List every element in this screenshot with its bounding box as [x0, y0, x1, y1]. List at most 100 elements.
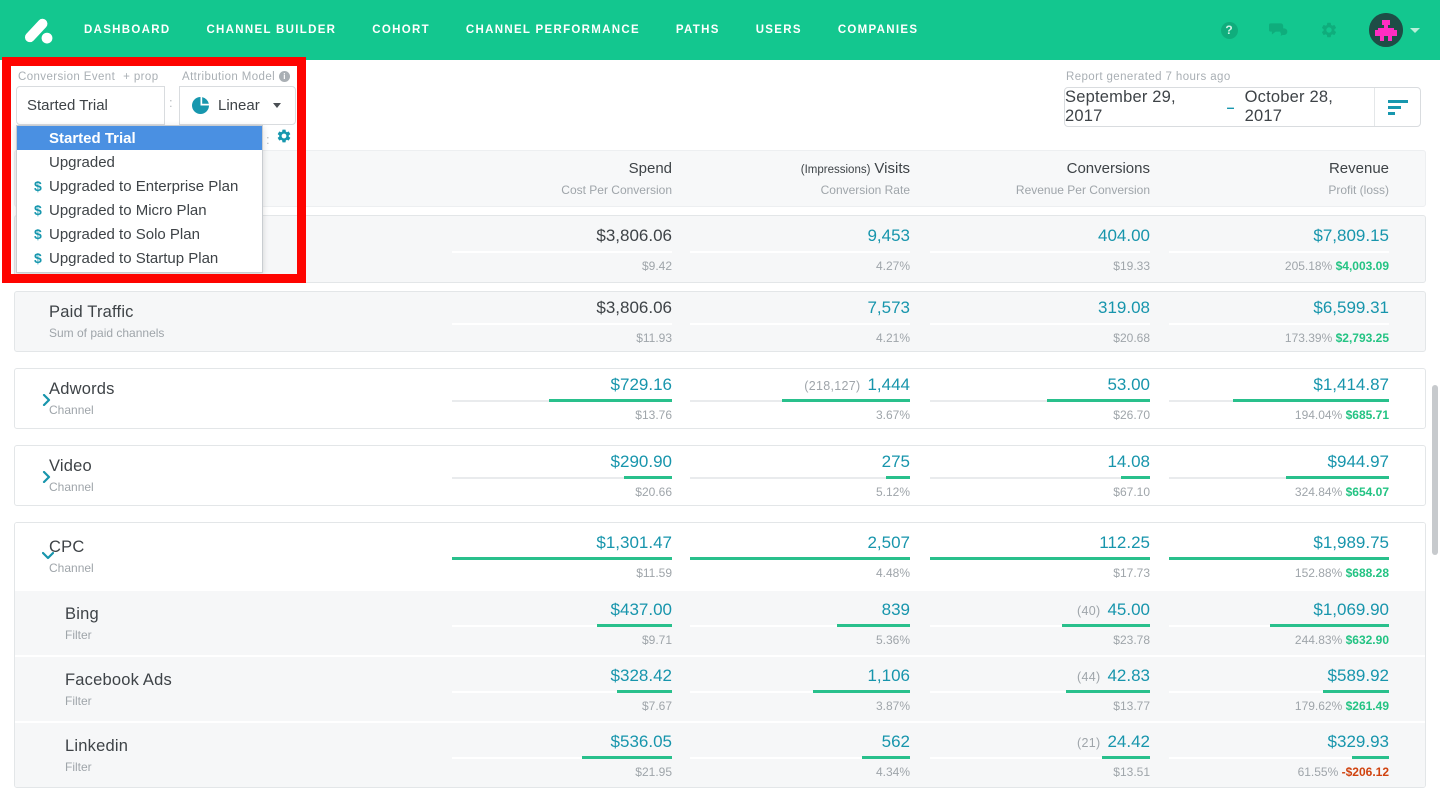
metric-value[interactable]: 839 — [882, 600, 910, 619]
model-value: Linear — [218, 97, 260, 114]
col-visits: (Impressions) Visits Conversion Rate — [800, 160, 910, 197]
metric-value[interactable]: 562 — [882, 732, 910, 751]
impressions-header-prefix: (Impressions) — [800, 164, 871, 176]
metric-value[interactable]: $3,806.06 — [596, 226, 672, 245]
revenue-cell: $1,414.87 194.04% $685.71 — [1150, 375, 1389, 422]
metric-value[interactable]: 42.83 — [1107, 666, 1150, 685]
metric-value[interactable]: $328.42 — [611, 666, 672, 685]
metric-value[interactable]: $1,414.87 — [1313, 375, 1389, 394]
info-icon[interactable]: i — [279, 71, 291, 82]
metric-value[interactable]: $437.00 — [611, 600, 672, 619]
impressions-prefix: (218,127) — [804, 379, 861, 393]
nav-item-dashboard[interactable]: DASHBOARD — [84, 24, 170, 36]
metric-value[interactable]: 53.00 — [1107, 375, 1150, 394]
nav-item-channel-performance[interactable]: CHANNEL PERFORMANCE — [466, 24, 640, 36]
metric-value[interactable]: 45.00 — [1107, 600, 1150, 619]
profit-value: $2,793.25 — [1335, 331, 1389, 345]
conversions-cell: 53.00 $26.70 — [910, 375, 1150, 422]
conversions-cell: 319.08 $20.68 — [910, 298, 1150, 345]
table-row-facebook-ads: Facebook Ads Filter $328.42 $7.67 1,106 … — [15, 655, 1425, 721]
conversions-cell: (44) 42.83 $13.77 — [910, 666, 1150, 713]
metric-value[interactable]: $589.92 — [1328, 666, 1389, 685]
revenue-cell: $329.93 61.55% -$206.12 — [1150, 732, 1389, 779]
metric-value[interactable]: $6,599.31 — [1313, 298, 1389, 317]
date-range-picker[interactable]: September 29, 2017 – October 28, 2017 — [1064, 87, 1421, 127]
nav-item-users[interactable]: USERS — [756, 24, 802, 36]
metric-value[interactable]: $944.97 — [1328, 452, 1389, 471]
visits-cell: (218,127) 1,444 3.67% — [672, 375, 910, 422]
visits-cell: 9,453 4.27% — [672, 226, 910, 273]
metric-value[interactable]: $329.93 — [1328, 732, 1389, 751]
conversion-event-input[interactable] — [16, 86, 165, 125]
count-prefix: (44) — [1077, 669, 1101, 684]
add-prop-link[interactable]: + prop — [123, 71, 158, 83]
metric-value[interactable]: 404.00 — [1098, 226, 1150, 245]
metric-value[interactable]: 1,444 — [867, 375, 910, 394]
metric-value[interactable]: $1,301.47 — [596, 533, 672, 552]
visits-cell: 562 4.34% — [672, 732, 910, 779]
metric-value[interactable]: $536.05 — [611, 732, 672, 751]
metric-value[interactable]: 7,573 — [867, 298, 910, 317]
nav-item-cohort[interactable]: COHORT — [372, 24, 430, 36]
revenue-cell: $7,809.15 205.18% $4,003.09 — [1150, 226, 1389, 273]
col-revenue: Revenue Profit (loss) — [1328, 160, 1389, 197]
dropdown-item-upgraded[interactable]: Upgraded — [17, 150, 262, 174]
profit-value: $4,003.09 — [1335, 258, 1389, 273]
visits-cell: 839 5.36% — [672, 600, 910, 647]
expand-chevron-right-icon[interactable] — [42, 470, 51, 483]
dropdown-item-upgraded-enterprise[interactable]: $ Upgraded to Enterprise Plan — [17, 174, 262, 198]
dropdown-item-upgraded-startup[interactable]: $ Upgraded to Startup Plan — [17, 246, 262, 270]
chat-icon[interactable] — [1269, 20, 1289, 40]
paid-event-dollar-icon: $ — [34, 178, 42, 194]
metric-value[interactable]: $1,069.90 — [1313, 600, 1389, 619]
collapse-chevron-down-icon[interactable] — [42, 551, 54, 560]
spend-cell: $3,806.06 $9.42 — [434, 226, 672, 273]
metric-value[interactable]: 14.08 — [1107, 452, 1150, 471]
dropdown-item-upgraded-solo[interactable]: $ Upgraded to Solo Plan — [17, 222, 262, 246]
nav-item-paths[interactable]: PATHS — [676, 24, 720, 36]
metric-value[interactable]: $7,809.15 — [1313, 226, 1389, 245]
attribution-logo-icon[interactable] — [20, 12, 56, 48]
date-start[interactable]: September 29, 2017 — [1065, 88, 1217, 126]
dropdown-item-started-trial[interactable]: Started Trial — [17, 126, 262, 150]
date-end[interactable]: October 28, 2017 — [1245, 88, 1374, 126]
metric-value[interactable]: 24.42 — [1107, 732, 1150, 751]
attribution-model-select[interactable]: Linear — [179, 86, 296, 125]
metric-value[interactable]: 112.25 — [1099, 533, 1150, 552]
event-settings-gear-icon[interactable] — [276, 128, 292, 149]
metric-value[interactable]: $3,806.06 — [596, 298, 672, 317]
nav-item-channel-builder[interactable]: CHANNEL BUILDER — [206, 24, 336, 36]
metric-value[interactable]: $729.16 — [611, 375, 672, 394]
paid-event-dollar-icon: $ — [34, 202, 42, 218]
conversions-cell: 112.25 $17.73 — [910, 533, 1150, 580]
settings-gear-icon[interactable] — [1319, 20, 1339, 40]
vertical-scrollbar[interactable] — [1432, 385, 1438, 555]
filter-icon — [1387, 100, 1408, 115]
metric-value[interactable]: 9,453 — [867, 226, 910, 245]
profit-value: $654.07 — [1345, 485, 1389, 499]
metric-value[interactable]: 275 — [882, 452, 910, 471]
table-row-adwords: Adwords Channel $729.16 $13.76 (218,127)… — [14, 368, 1426, 429]
revenue-cell: $1,989.75 152.88% $688.28 — [1150, 533, 1389, 580]
spend-cell: $328.42 $7.67 — [434, 666, 672, 713]
paid-event-dollar-icon: $ — [34, 250, 42, 266]
avatar — [1369, 13, 1403, 47]
dropdown-item-upgraded-micro[interactable]: $ Upgraded to Micro Plan — [17, 198, 262, 222]
metric-value[interactable]: 319.08 — [1098, 298, 1150, 317]
visits-cell: 1,106 3.87% — [672, 666, 910, 713]
nav-item-companies[interactable]: COMPANIES — [838, 24, 919, 36]
metric-value[interactable]: 1,106 — [867, 666, 910, 685]
filter-button[interactable] — [1374, 88, 1420, 126]
help-icon[interactable]: ? — [1219, 20, 1239, 40]
user-menu[interactable] — [1369, 13, 1420, 47]
count-prefix: (40) — [1077, 603, 1101, 618]
visits-cell: 7,573 4.21% — [672, 298, 910, 345]
chevron-down-icon — [1410, 27, 1420, 33]
revenue-cell: $944.97 324.84% $654.07 — [1150, 452, 1389, 499]
conversion-event-dropdown: Started Trial Upgraded $ Upgraded to Ente… — [16, 125, 263, 273]
expand-chevron-right-icon[interactable] — [42, 393, 51, 406]
metric-value[interactable]: $290.90 — [611, 452, 672, 471]
cpc-channel-group: CPC Channel $1,301.47 $11.59 2,507 4.48%… — [14, 522, 1426, 788]
metric-value[interactable]: 2,507 — [867, 533, 910, 552]
metric-value[interactable]: $1,989.75 — [1313, 533, 1389, 552]
